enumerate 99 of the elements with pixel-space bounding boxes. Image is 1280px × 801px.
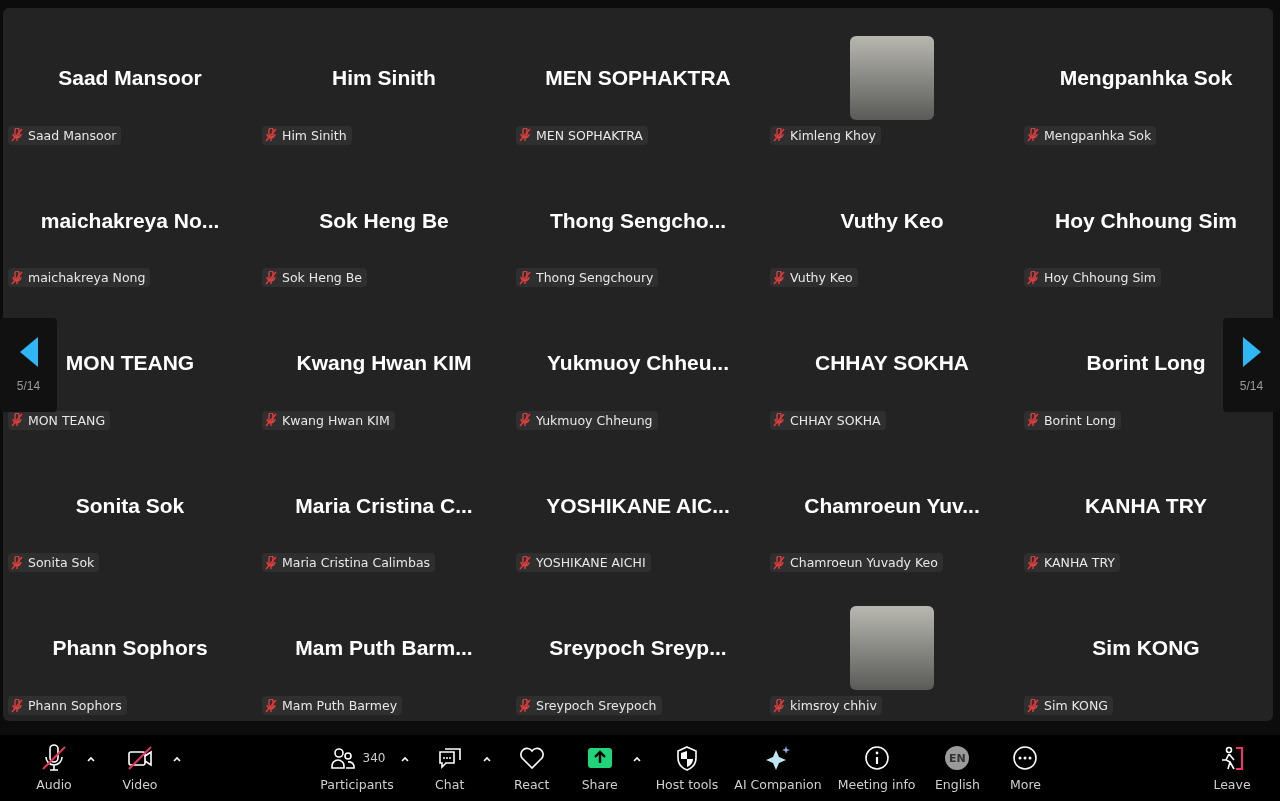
muted-mic-icon: [265, 555, 277, 570]
info-icon: [862, 744, 891, 772]
toolbar-button[interactable]: Meeting info: [831, 740, 922, 796]
toolbar-button[interactable]: EN English: [925, 740, 990, 796]
muted-mic-icon: [11, 555, 23, 570]
caret-icon[interactable]: [399, 755, 410, 763]
toolbar-button[interactable]: Audio: [22, 740, 86, 796]
muted-mic-icon: [773, 698, 785, 713]
muted-mic-icon: [1027, 555, 1039, 570]
name-tag-text: KANHA TRY: [1044, 555, 1115, 571]
name-tag-text: Thong Sengchoury: [536, 270, 654, 286]
previous-page-button[interactable]: 5/14: [0, 318, 57, 412]
muted-mic-icon: [519, 555, 531, 570]
toolbar-button[interactable]: Share: [567, 740, 632, 796]
muted-mic-icon: [11, 413, 23, 428]
name-tag-text: Kwang Hwan KIM: [282, 412, 390, 428]
participant-name: MON TEANG: [65, 351, 195, 376]
caret-icon[interactable]: [86, 755, 96, 763]
name-tag-text: Sok Heng Be: [282, 270, 362, 286]
muted-mic-icon: [773, 128, 785, 143]
muted-mic-icon: [1027, 128, 1039, 143]
participant-name: Chamroeun Yuv...: [804, 493, 980, 518]
toolbar-button[interactable]: 340 Participants: [314, 740, 400, 796]
language-badge: EN: [945, 746, 970, 770]
muted-mic-icon: [11, 698, 23, 713]
toolbar-button[interactable]: Leave: [1200, 740, 1264, 796]
name-tag-text: Sreypoch Sreypoch: [536, 698, 657, 713]
muted-mic-icon: [265, 413, 277, 428]
muted-mic-icon: [265, 128, 277, 143]
muted-mic-icon: [1027, 698, 1039, 713]
sparkle-icon: [764, 744, 792, 772]
toolbar-button[interactable]: Video: [108, 740, 172, 796]
name-tag-text: Saad Mansoor: [28, 127, 117, 143]
muted-mic-icon: [519, 128, 531, 143]
participant-name: maichakreya No...: [40, 208, 220, 233]
next-page-button[interactable]: 5/14: [1223, 318, 1280, 412]
name-tag-text: MEN SOPHAKTRA: [536, 127, 643, 143]
name-tag-text: Chamroeun Yuvady Keo: [790, 555, 938, 571]
participant-name: Thong Sengcho...: [549, 208, 727, 233]
participant-name: Mam Puth Barm...: [295, 636, 473, 661]
muted-mic-icon: [265, 270, 277, 285]
left-triangle-icon: [19, 337, 38, 367]
participant-name: Maria Cristina C...: [295, 493, 473, 518]
name-tag-text: Borint Long: [1044, 412, 1116, 428]
name-tag-text: Mam Puth Barmey: [282, 698, 398, 713]
right-triangle-icon: [1242, 337, 1261, 367]
participant-name: Mengpanhka Sok: [1059, 66, 1233, 90]
participant-name: Him Sinith: [332, 66, 436, 90]
muted-mic-icon: [519, 270, 531, 285]
toolbar-button[interactable]: AI Companion: [728, 740, 828, 796]
participant-name: Saad Mansoor: [58, 66, 202, 90]
name-tag-text: Him Sinith: [282, 127, 347, 143]
name-tag-text: Vuthy Keo: [790, 270, 853, 286]
name-tag-text: kimsroy chhiv: [790, 698, 877, 713]
participant-name: Phann Sophors: [52, 636, 208, 661]
name-tag-text: Mengpanhka Sok: [1044, 127, 1152, 143]
caret-icon[interactable]: [481, 755, 492, 763]
name-tag-text: Phann Sophors: [28, 698, 122, 713]
participant-name: Vuthy Keo: [840, 208, 944, 233]
participant-name: Hoy Chhoung Sim: [1055, 208, 1237, 233]
muted-mic-icon: [1027, 413, 1039, 428]
participant-name: Yukmuoy Chheu...: [547, 351, 729, 376]
name-tag-text: Kimleng Khoy: [790, 127, 876, 143]
name-tag-text: Yukmuoy Chheung: [536, 412, 653, 428]
toolbar-button[interactable]: More: [993, 740, 1058, 796]
participant-name: CHHAY SOKHA: [814, 351, 969, 376]
participant-name: Sim KONG: [1092, 636, 1200, 661]
toolbar-button[interactable]: React: [499, 740, 564, 796]
name-tag-text: Sonita Sok: [28, 555, 95, 571]
muted-mic-icon: [773, 413, 785, 428]
name-tag-text: Maria Cristina Calimbas: [282, 555, 431, 571]
name-tag-text: MON TEANG: [28, 412, 106, 428]
muted-mic-icon: [773, 555, 785, 570]
name-tag-text: Hoy Chhoung Sim: [1044, 270, 1156, 286]
caret-icon[interactable]: [172, 755, 182, 763]
muted-mic-icon: [265, 698, 277, 713]
participant-name: Kwang Hwan KIM: [296, 351, 472, 376]
muted-mic-icon: [1027, 270, 1039, 285]
toolbar-button[interactable]: Host tools: [649, 740, 725, 796]
muted-mic-icon: [519, 698, 531, 713]
muted-mic-icon: [519, 413, 531, 428]
caret-icon[interactable]: [631, 755, 642, 763]
toolbar-button[interactable]: Chat: [417, 740, 482, 796]
participant-name: MEN SOPHAKTRA: [545, 66, 731, 90]
participant-name: Sonita Sok: [75, 493, 185, 518]
more-icon: [1011, 744, 1040, 772]
name-tag-text: CHHAY SOKHA: [790, 412, 881, 428]
participant-name: Borint Long: [1086, 351, 1206, 376]
participant-name: KANHA TRY: [1084, 493, 1208, 518]
name-tag-text: maichakreya Nong: [28, 270, 146, 286]
muted-mic-icon: [773, 270, 785, 285]
participant-count: 340: [362, 751, 386, 765]
participant-name: Sreypoch Sreyp...: [549, 636, 727, 661]
participant-name: Sok Heng Be: [319, 208, 449, 233]
participant-name: YOSHIKANE AIC...: [546, 493, 730, 518]
name-tag-text: Sim KONG: [1044, 698, 1108, 713]
muted-mic-icon: [11, 270, 23, 285]
name-tag-text: YOSHIKANE AICHI: [536, 555, 646, 571]
muted-mic-icon: [11, 128, 23, 143]
